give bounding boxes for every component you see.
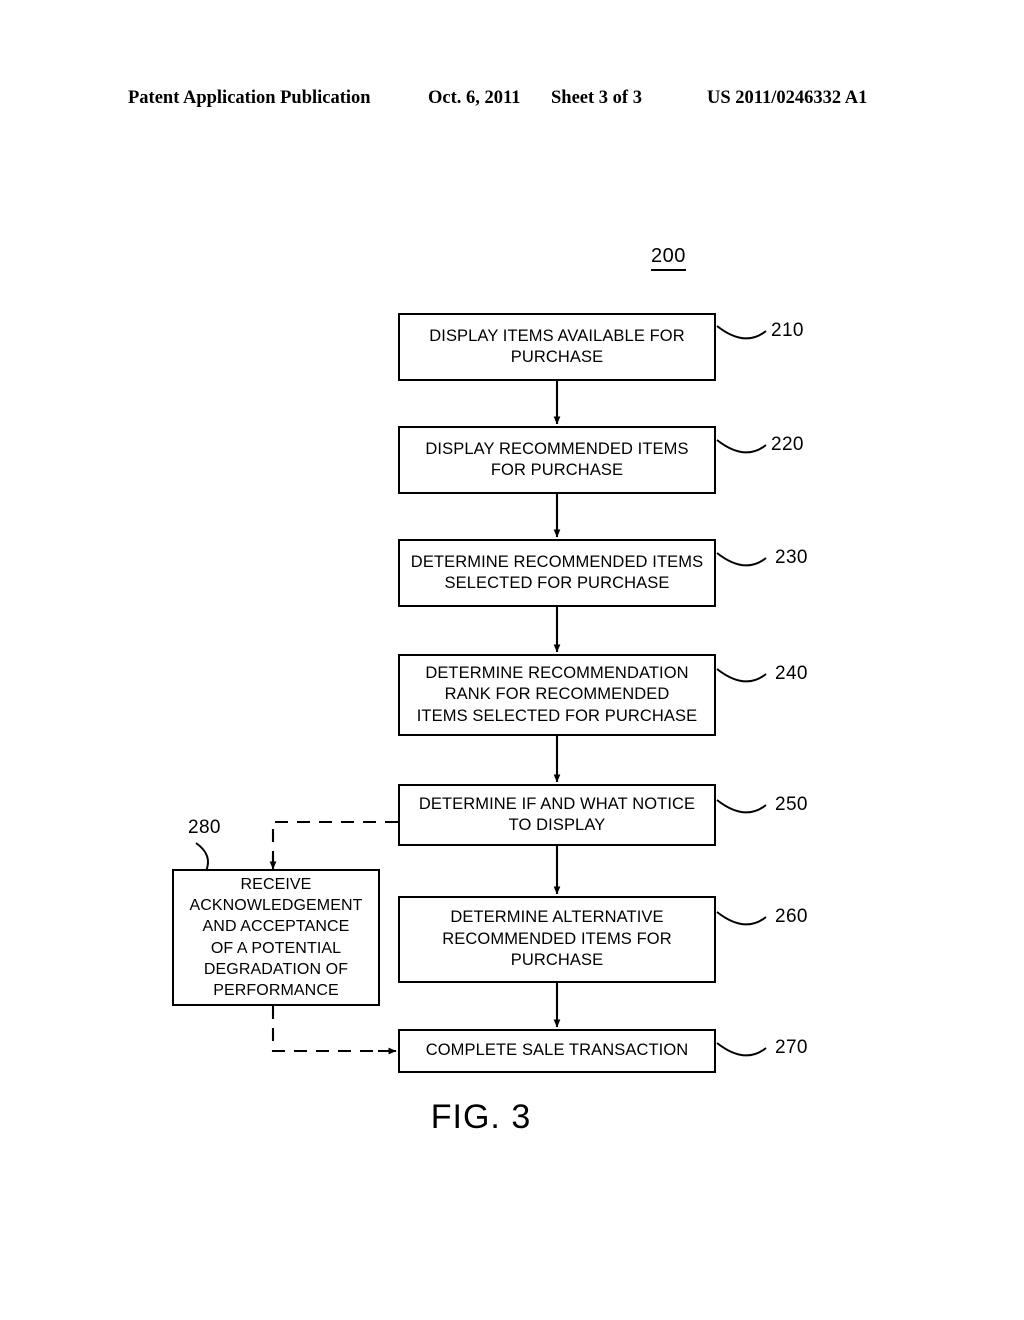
flow-box-250[interactable]: DETERMINE IF AND WHAT NOTICE TO DISPLAY	[398, 784, 716, 846]
flow-box-240[interactable]: DETERMINE RECOMMENDATION RANK FOR RECOMM…	[398, 654, 716, 736]
flow-box-270[interactable]: COMPLETE SALE TRANSACTION	[398, 1029, 716, 1073]
ref-numeral-270: 270	[775, 1037, 808, 1058]
ref-numeral-240: 240	[775, 663, 808, 684]
ref-numeral-220: 220	[771, 434, 804, 455]
ref-numeral-210: 210	[771, 320, 804, 341]
flow-box-210[interactable]: DISPLAY ITEMS AVAILABLE FOR PURCHASE	[398, 313, 716, 381]
ref-numeral-280: 280	[188, 817, 221, 838]
flow-box-230[interactable]: DETERMINE RECOMMENDED ITEMS SELECTED FOR…	[398, 539, 716, 607]
ref-numeral-250: 250	[775, 794, 808, 815]
ref-numeral-260: 260	[775, 906, 808, 927]
patent-figure: 200 DISPLAY ITEMS AVAILABLE FOR PURCHASE…	[0, 0, 1024, 1320]
flow-box-220[interactable]: DISPLAY RECOMMENDED ITEMS FOR PURCHASE	[398, 426, 716, 494]
flow-box-260[interactable]: DETERMINE ALTERNATIVE RECOMMENDED ITEMS …	[398, 896, 716, 983]
flow-box-280[interactable]: RECEIVE ACKNOWLEDGEMENT AND ACCEPTANCE O…	[172, 869, 380, 1006]
ref-numeral-230: 230	[775, 547, 808, 568]
figure-identifier: 200	[651, 245, 686, 271]
figure-caption-label: FIG. 3	[430, 1098, 532, 1136]
figure-caption: FIG. 3	[0, 1098, 1024, 1137]
